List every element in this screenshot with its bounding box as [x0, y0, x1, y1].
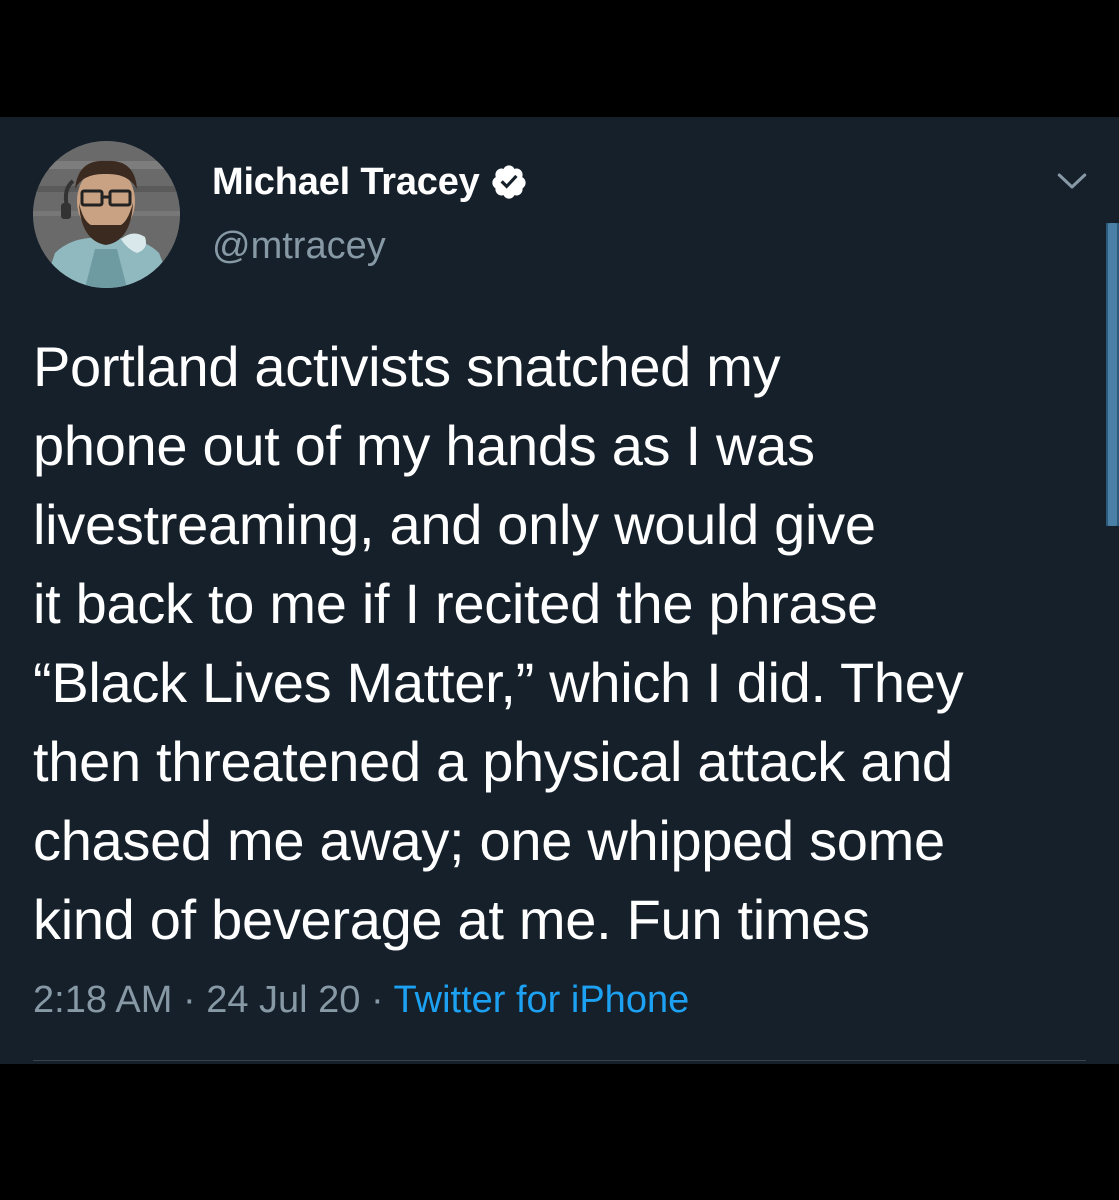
scrollbar-thumb[interactable]	[1108, 223, 1117, 526]
tweet-detail: Michael Tracey @mtracey Portland activis…	[0, 117, 1119, 1064]
author-row: Michael Tracey	[212, 157, 528, 207]
meta-separator: ·	[371, 979, 384, 1021]
chevron-down-icon[interactable]	[1054, 163, 1090, 199]
tweet-metadata: 2:18 AM · 24 Jul 20 · Twitter for iPhone	[33, 979, 689, 1022]
tweet-date: 24 Jul 20	[206, 979, 361, 1021]
verified-badge-icon	[491, 165, 526, 199]
tweet-text-line: it back to me if I recited the phrase	[33, 572, 878, 635]
tweet-source-link[interactable]: Twitter for iPhone	[394, 979, 690, 1021]
tweet-text-line: chased me away; one whipped some	[33, 809, 945, 872]
tweet-text-line: kind of beverage at me. Fun times	[33, 888, 870, 951]
tweet-text-line: “Black Lives Matter,” which I did. They	[33, 651, 964, 714]
tweet-text-line: phone out of my hands as I was	[33, 414, 815, 477]
divider	[33, 1060, 1086, 1061]
author-handle[interactable]: @mtracey	[212, 225, 386, 268]
tweet-text: Portland activists snatched my phone out…	[33, 327, 1093, 959]
tweet-text-line: livestreaming, and only would give	[33, 493, 876, 556]
avatar-image	[33, 141, 180, 288]
author-name[interactable]: Michael Tracey	[212, 161, 480, 204]
meta-separator: ·	[182, 979, 196, 1021]
avatar[interactable]	[33, 141, 180, 288]
tweet-text-line: then threatened a physical attack and	[33, 730, 953, 793]
tweet-text-line: Portland activists snatched my	[33, 335, 781, 398]
tweet-time: 2:18 AM	[33, 979, 173, 1021]
